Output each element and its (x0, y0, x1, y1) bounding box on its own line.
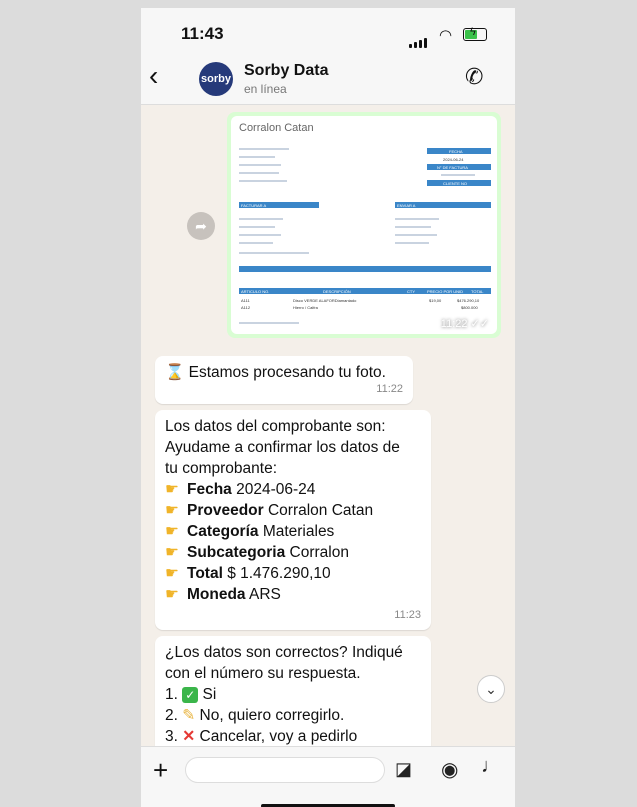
status-time: 11:43 (181, 24, 224, 43)
signal-icon (409, 30, 429, 48)
receipt-factura-label: N° DE FACTURA (437, 165, 468, 170)
message-text: tu comprobante: (165, 460, 278, 477)
pointing-hand-icon: ☛ (165, 544, 179, 561)
field-label: Fecha (187, 481, 232, 498)
message-text: con el número su respuesta. (165, 665, 361, 682)
pencil-icon: ✎ (182, 707, 196, 724)
add-call-icon[interactable]: ✆ (465, 64, 483, 90)
option-item: 3. ✕ Cancelar, voy a pedirlo (165, 728, 358, 745)
receipt-fecha-label: FECHA (449, 149, 463, 154)
option-item: 1. ✓ Si (165, 686, 217, 703)
wifi-icon: ◠ (439, 27, 453, 44)
field-value: Materiales (262, 523, 335, 540)
field-label: Subcategoria (187, 544, 286, 561)
receipt-title: Corralon Catan (239, 122, 314, 134)
receipt-line (239, 234, 281, 236)
contact-status: en línea (244, 82, 287, 96)
field-value: Corralon (289, 544, 349, 561)
message-text: Los datos del comprobante son: (165, 418, 386, 435)
composer-bar: + ◪ ◉ ♩ (141, 746, 515, 807)
receipt-col-descripcion: DESCRIPCIÓN (323, 289, 351, 294)
receipt-facturar-label: FACTURAR A (241, 203, 267, 208)
field-label: Total (187, 565, 223, 582)
receipt-line (239, 322, 299, 324)
battery-icon: ϟ (463, 26, 487, 41)
camera-icon[interactable]: ◉ (441, 757, 458, 782)
option-item: 2. ✎ No, quiero corregirlo. (165, 707, 345, 724)
pointing-hand-icon: ☛ (165, 565, 179, 582)
receipt-col-cty: CTY (407, 289, 415, 294)
pointing-hand-icon: ☛ (165, 523, 179, 540)
forward-icon[interactable]: ➦ (187, 212, 215, 240)
plus-icon[interactable]: + (153, 755, 168, 786)
field-value: $ 1.476.290,10 (227, 565, 331, 582)
field-value: Corralon Catan (267, 502, 374, 519)
receipt-line (239, 172, 279, 174)
receipt-row1-total: $476.290,10 (457, 298, 480, 303)
pointing-hand-icon: ☛ (165, 502, 179, 519)
message-bubble[interactable]: ¿Los datos son correctos? Indiqué con el… (155, 636, 431, 746)
scroll-down-chevron-icon[interactable]: ⌄ (477, 675, 505, 703)
receipt-line (239, 242, 273, 244)
receipt-line (239, 218, 283, 220)
field-value: ARS (249, 586, 281, 603)
field-label: Proveedor (187, 502, 264, 519)
avatar[interactable]: sorby (199, 62, 233, 96)
pointing-hand-icon: ☛ (165, 481, 179, 498)
receipt-row1-desc: Disco VERDE ALAFORDiamantado (293, 298, 357, 303)
receipt-line (441, 174, 475, 176)
microphone-icon[interactable]: ♩ (481, 755, 501, 778)
receipt-col-total: TOTAL (471, 289, 484, 294)
receipt-row1-code: A111 (241, 298, 250, 303)
message-time: 11:22 (376, 383, 403, 395)
receipt-line (395, 226, 431, 228)
message-input[interactable] (185, 757, 385, 783)
status-bar: 11:43 ◠ ϟ (141, 8, 515, 52)
receipt-line (239, 148, 289, 150)
receipt-row1-price: $19,00 (429, 298, 442, 303)
back-chevron-icon[interactable]: ‹ (149, 60, 158, 92)
receipt-line (239, 180, 287, 182)
check-icon: ✓ (182, 687, 199, 703)
message-bubble[interactable]: ⌛ Estamos procesando tu foto. 11:22 (155, 356, 413, 404)
receipt-line (239, 226, 275, 228)
option-text: Cancelar, voy a pedirlo (199, 728, 358, 745)
receipt-line (239, 252, 309, 254)
receipt-row2-total: $800.000 (461, 305, 478, 310)
hourglass-icon: ⌛ (165, 364, 185, 381)
contact-name[interactable]: Sorby Data (244, 62, 328, 80)
pointing-hand-icon: ☛ (165, 586, 179, 603)
receipt-cliente-label: CLIENTE NO (443, 181, 468, 186)
image-message[interactable]: Corralon Catan FECHA 2024-06-24 N° DE FA… (227, 112, 501, 338)
message-bubble[interactable]: Los datos del comprobante son: Ayudame a… (155, 410, 431, 630)
receipt-date: 2024-06-24 (443, 157, 464, 162)
field-label: Categoría (187, 523, 259, 540)
message-text: Estamos procesando tu foto. (188, 364, 386, 381)
field-value: 2024-06-24 (236, 481, 316, 498)
sticker-icon[interactable]: ◪ (395, 759, 412, 780)
message-time: 11:23 (394, 609, 421, 621)
option-text: Si (202, 686, 217, 703)
receipt-row2-desc: Hierro / Calfra (293, 305, 318, 310)
receipt-image: Corralon Catan FECHA 2024-06-24 N° DE FA… (231, 116, 497, 334)
option-text: No, quiero corregirlo. (199, 707, 345, 724)
cross-icon: ✕ (182, 728, 196, 745)
field-label: Moneda (187, 586, 246, 603)
image-time: 11:22 ✓✓ (440, 318, 489, 330)
phone-screen: 11:43 ◠ ϟ ‹ sorby Sorby Data en línea ✆ … (141, 8, 515, 807)
receipt-enviar-label: ENVIAR A (397, 203, 416, 208)
receipt-line (395, 218, 439, 220)
receipt-line (239, 156, 275, 158)
message-text: ¿Los datos son correctos? Indiqué (165, 644, 403, 661)
receipt-col-precio: PRECIO POR UNID (427, 289, 464, 294)
chat-header: ‹ sorby Sorby Data en línea ✆ (141, 52, 515, 105)
receipt-row2-code: A112 (241, 305, 251, 310)
receipt-line (395, 242, 429, 244)
receipt-col-articulo: ARTICULO NO. (241, 289, 270, 294)
message-text: Ayudame a confirmar los datos de (165, 439, 400, 456)
receipt-shipping-bar (239, 266, 491, 272)
chat-area[interactable]: ➦ Corralon Catan FECHA 2024-06-24 N° DE … (141, 104, 515, 746)
receipt-line (395, 234, 437, 236)
receipt-line (239, 164, 281, 166)
